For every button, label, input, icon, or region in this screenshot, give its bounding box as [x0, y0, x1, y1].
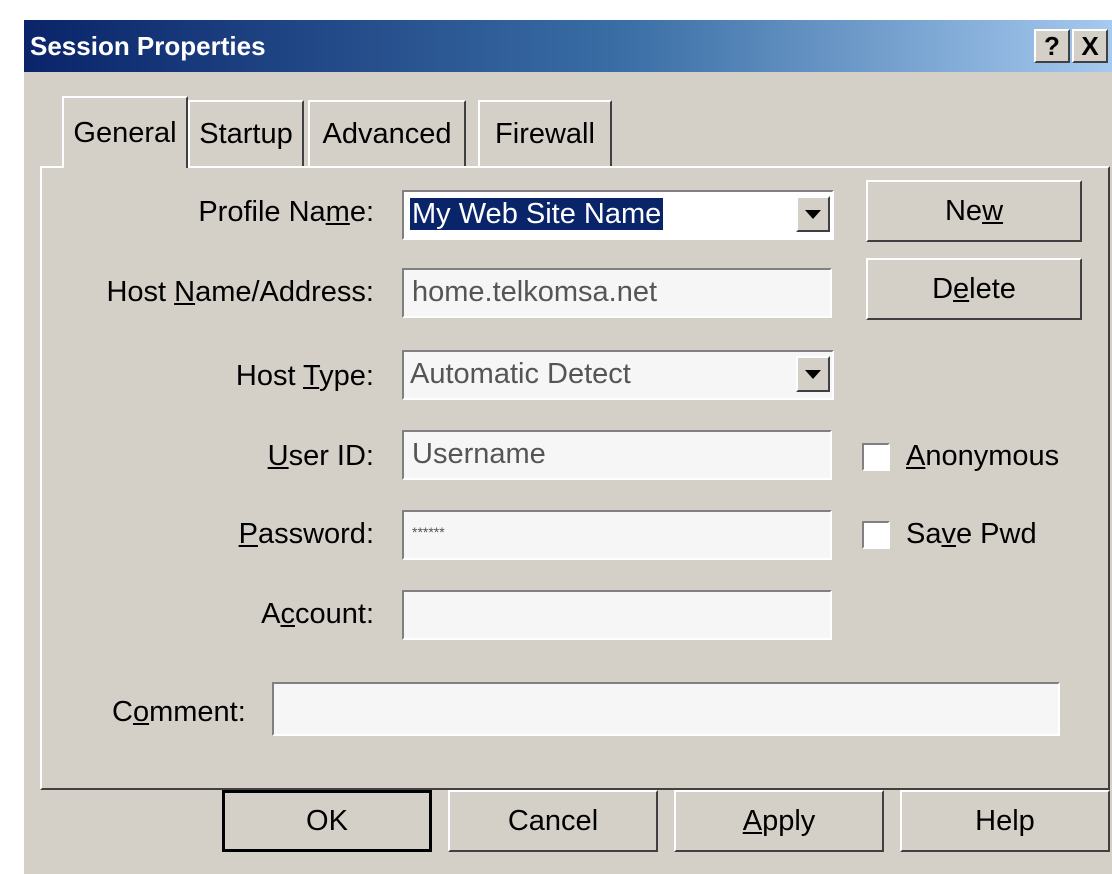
- anonymous-checkbox-box[interactable]: [862, 442, 890, 471]
- chevron-down-icon: [805, 369, 821, 379]
- close-icon: X: [1081, 31, 1099, 61]
- host-name-input[interactable]: home.telkomsa.net: [402, 268, 832, 318]
- apply-button[interactable]: Apply: [674, 790, 884, 852]
- tab-startup[interactable]: Startup: [188, 100, 304, 166]
- host-type-dropdown-button[interactable]: [796, 356, 830, 392]
- tab-label: Startup: [199, 117, 293, 150]
- save-pwd-label: Save Pwd: [906, 518, 1037, 550]
- host-type-combo[interactable]: Automatic Detect: [402, 350, 834, 400]
- host-type-label: Host Type:: [235, 360, 374, 392]
- chevron-down-icon: [805, 209, 821, 219]
- save-pwd-checkbox[interactable]: Save Pwd: [862, 518, 1037, 551]
- user-id-label: User ID:: [267, 440, 374, 472]
- comment-label: Comment:: [112, 696, 246, 728]
- cancel-button[interactable]: Cancel: [448, 790, 658, 852]
- host-name-label: Host Name/Address:: [106, 276, 374, 308]
- tab-label: Advanced: [322, 117, 452, 150]
- password-input[interactable]: ******: [402, 510, 832, 560]
- tab-advanced[interactable]: Advanced: [308, 100, 466, 166]
- title-bar[interactable]: Session Properties ? X: [24, 20, 1112, 72]
- profile-name-dropdown-button[interactable]: [796, 196, 830, 232]
- tab-firewall[interactable]: Firewall: [478, 100, 612, 166]
- ok-button[interactable]: OK: [222, 790, 432, 852]
- user-id-input[interactable]: Username: [402, 430, 832, 480]
- tab-label: General: [73, 116, 177, 149]
- account-label: Account:: [261, 598, 374, 630]
- help-button[interactable]: Help: [900, 790, 1110, 852]
- password-label: Password:: [238, 518, 374, 550]
- question-mark-icon: ?: [1044, 31, 1060, 61]
- anonymous-checkbox[interactable]: Anonymous: [862, 440, 1059, 473]
- save-pwd-checkbox-box[interactable]: [862, 520, 890, 549]
- help-title-button[interactable]: ?: [1034, 29, 1070, 63]
- account-input[interactable]: [402, 590, 832, 640]
- host-type-value: Automatic Detect: [410, 358, 631, 390]
- anonymous-label: Anonymous: [906, 440, 1060, 472]
- tab-label: Firewall: [495, 117, 595, 150]
- profile-name-label: Profile Name:: [198, 196, 374, 228]
- window-title: Session Properties: [30, 31, 266, 61]
- profile-name-combo[interactable]: My Web Site Name: [402, 190, 834, 240]
- tab-general[interactable]: General: [62, 96, 188, 168]
- new-button[interactable]: Ne w: [866, 180, 1082, 242]
- comment-input[interactable]: [272, 682, 1060, 736]
- delete-button[interactable]: De lete: [866, 258, 1082, 320]
- session-properties-dialog: Session Properties ? X General Startup A…: [22, 18, 1112, 874]
- profile-name-value: My Web Site Name: [410, 198, 664, 230]
- close-button[interactable]: X: [1072, 29, 1108, 63]
